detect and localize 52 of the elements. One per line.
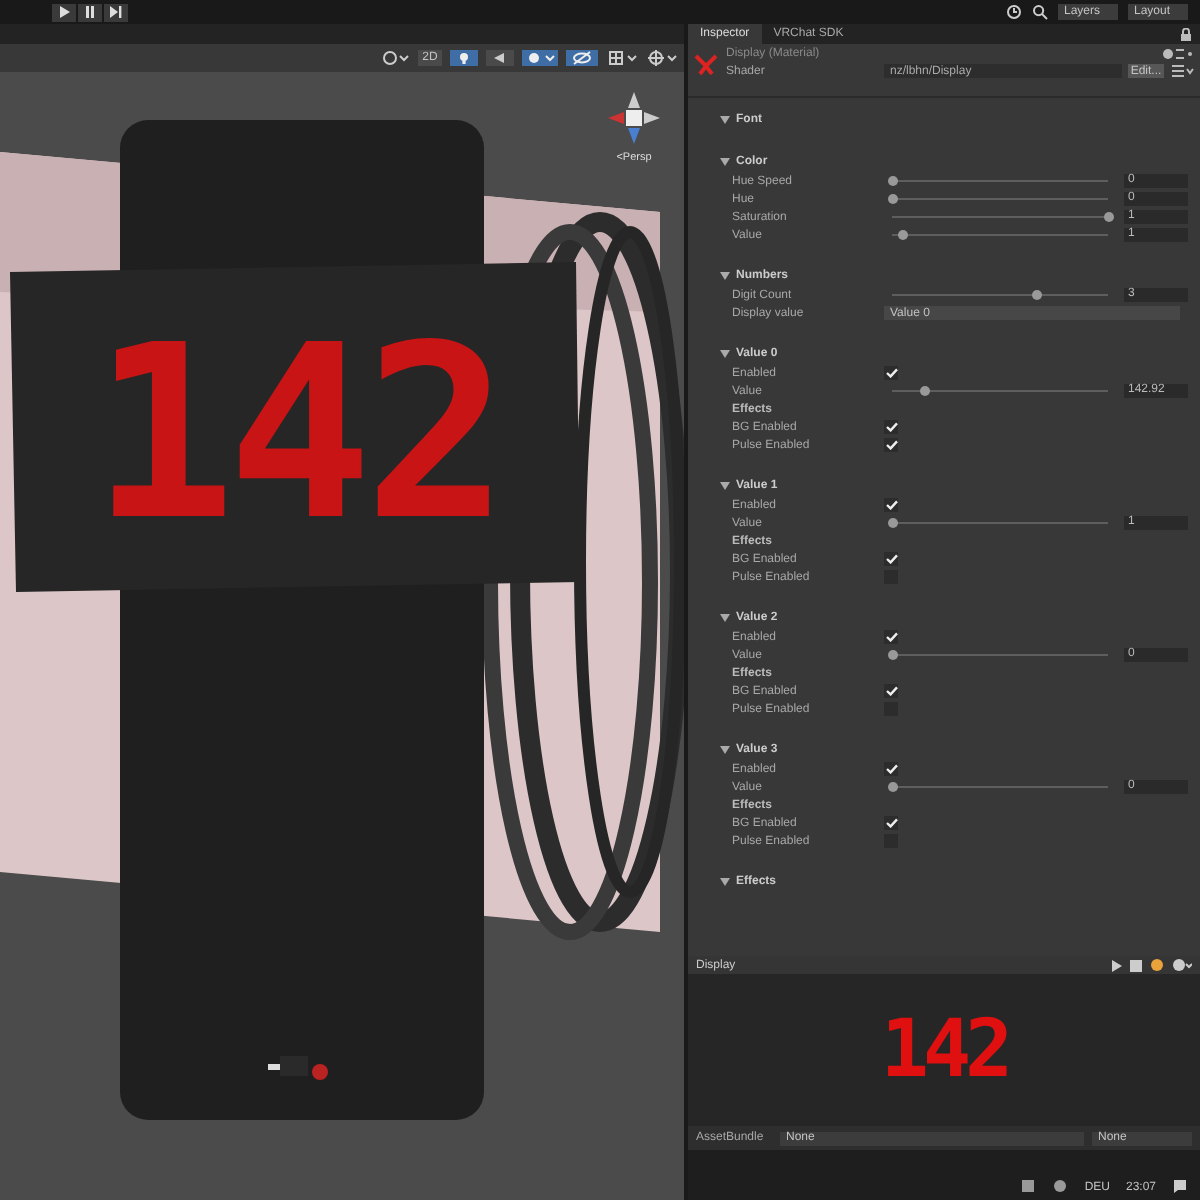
expand-triangle-icon[interactable] [720,746,730,754]
play-icon[interactable] [58,6,70,18]
pause-icon[interactable] [84,6,96,18]
checkbox[interactable] [884,438,898,452]
light-icon[interactable] [1150,958,1164,972]
checkbox[interactable] [884,816,898,830]
settings-icon[interactable] [1162,48,1194,60]
material-icon [694,52,718,76]
shading-mode-icon[interactable] [382,50,410,66]
eye-crossed-icon[interactable] [566,50,598,66]
checkbox[interactable] [884,420,898,434]
effects-icon[interactable] [522,50,558,66]
expand-triangle-icon[interactable] [720,878,730,886]
checkbox[interactable] [884,498,898,512]
checkbox[interactable] [884,630,898,644]
expand-triangle-icon[interactable] [720,272,730,280]
list-menu-icon[interactable] [1170,64,1194,78]
checkbox[interactable] [884,762,898,776]
step-icon[interactable] [110,6,122,18]
checkbox[interactable] [884,552,898,566]
slider-thumb[interactable] [888,518,898,528]
history-icon[interactable] [1006,4,1022,20]
digit-display: 142 [880,1004,1008,1096]
slider-thumb[interactable] [920,386,931,396]
step-button[interactable] [104,3,128,21]
light-bulb-icon[interactable] [450,50,478,66]
digit-display: 142 [91,296,501,574]
expand-triangle-icon[interactable] [720,350,730,358]
square-icon[interactable] [1130,959,1142,971]
audio-icon[interactable] [486,50,514,66]
slider-thumb[interactable] [888,650,898,660]
slider-thumb[interactable] [1104,212,1114,222]
slider-thumb[interactable] [888,782,898,792]
sphere-icon[interactable] [1172,958,1192,972]
search-icon[interactable] [1032,4,1048,20]
slider-thumb[interactable] [888,176,898,186]
lock-icon[interactable] [1180,27,1192,41]
grid-icon[interactable] [606,50,638,66]
checkbox[interactable] [884,684,898,698]
slider-thumb[interactable] [1032,290,1043,300]
small-object-icon[interactable] [268,1056,328,1080]
expand-triangle-icon[interactable] [720,116,730,124]
expand-triangle-icon[interactable] [720,158,730,166]
expand-triangle-icon[interactable] [720,614,730,622]
pause-button[interactable] [78,3,102,21]
slider-thumb[interactable] [888,194,898,204]
slider-thumb[interactable] [898,230,909,240]
checkbox[interactable] [884,366,898,380]
notification-icon[interactable] [1172,1178,1188,1194]
play-button[interactable] [52,3,76,21]
expand-triangle-icon[interactable] [720,482,730,490]
gizmo-icon[interactable] [646,50,678,66]
